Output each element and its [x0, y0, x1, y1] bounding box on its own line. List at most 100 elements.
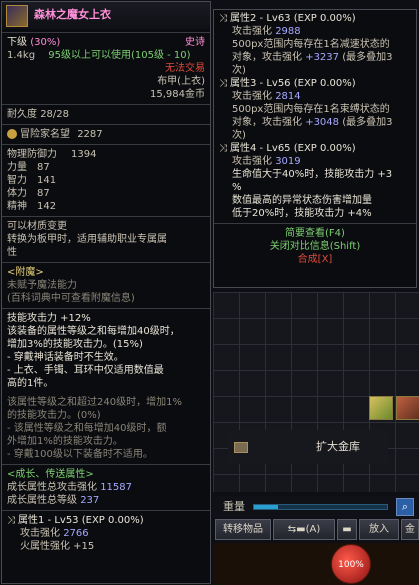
attr1-header-text: 属性1 - Lv53 (EXP 0.00%) [18, 515, 144, 526]
rarity-label: 史诗 [185, 37, 205, 48]
divider [2, 32, 210, 33]
attr4-desc: 低于20%时，技能攻击力 +4% [232, 208, 372, 219]
attr4-attack-row: 攻击强化 3019 [214, 155, 416, 168]
shuffle-icon: ⤨ [219, 143, 227, 154]
inventory-item[interactable] [369, 396, 393, 420]
attr3-desc-prefix: 对象，攻击强化 [232, 117, 302, 128]
attr2-desc-prefix: 对象，攻击强化 [232, 52, 302, 63]
combine-link[interactable]: 合成[X] [214, 253, 416, 266]
stat-value: 141 [37, 175, 57, 186]
attr2-attack-label: 攻击强化 [232, 26, 272, 37]
stat-row: 体力 87 [2, 187, 210, 200]
material-line: 性 [7, 247, 17, 258]
inventory-item[interactable] [396, 396, 419, 420]
item-type: 布甲(上衣) [157, 76, 205, 87]
vault-button-row: 转移物品 ⇆▬ (A) ▬ 放入 金 [213, 519, 419, 541]
inactive-line: 外增加1%的技能攻击力。 [7, 436, 123, 447]
growth-level-label: 成长属性总等级 [7, 495, 77, 506]
attr4-header-text: 属性4 - Lv65 (EXP 0.00%) [230, 143, 356, 154]
expand-vault-label: 扩大金库 [316, 439, 360, 453]
material-line: 转换为板甲时，适用辅助职业专属属 [7, 234, 167, 245]
attr4-desc: 生命值大于40%时，技能攻击力 +3 [232, 169, 393, 180]
transfer-items-button[interactable]: 转移物品 [215, 519, 271, 540]
item-weight: 1.4kg [7, 50, 36, 61]
stat-row: 物理防御力 1394 [2, 148, 210, 161]
inactive-line: - 穿戴100级以下装备时不适用。 [7, 449, 153, 460]
attr2-desc: 次) [232, 65, 246, 76]
enchant-hint: (百科词典中可查看附魔信息) [7, 293, 135, 304]
divider [2, 308, 210, 309]
item-price: 15,984金币 [150, 89, 205, 100]
inactive-line: 该属性等级之和超过240级时，增加1% [7, 397, 182, 408]
fame-value: 2287 [77, 129, 103, 140]
attr2-desc-suffix: (最多叠加3 [342, 52, 393, 63]
level-row: 下级 (30%) 史诗 [2, 36, 210, 49]
growth-attack-value: 11587 [100, 482, 132, 493]
weight-row: 1.4kg 95级以上可以使用(105级 - 10) [2, 49, 210, 62]
inactive-line: - 该属性等级之和每增加40级时，额 [7, 423, 167, 434]
skill-line: 技能攻击力 +12% [7, 313, 91, 324]
arrow-button[interactable]: ▬ [337, 519, 357, 540]
attr4-attack-value: 3019 [275, 156, 301, 167]
attr2-header-text: 属性2 - Lv63 (EXP 0.00%) [230, 13, 356, 24]
shuffle-icon: ⤨ [219, 13, 227, 24]
stat-row: 智力 141 [2, 174, 210, 187]
attr3-desc-value: +3048 [305, 117, 340, 128]
growth-header: <成长、传送属性> [7, 469, 94, 480]
search-icon[interactable]: ⌕ [396, 498, 414, 516]
item-name: 森林之魔女上衣 [34, 8, 111, 22]
skill-line: - 上衣、手镯、耳环中仅适用数值最 [7, 365, 164, 376]
fame-label: 冒险家名望 [20, 129, 70, 140]
attr2-attack-row: 攻击强化 2988 [214, 25, 416, 38]
weight-bar-fill [254, 505, 278, 509]
level-value: (30%) [30, 37, 61, 48]
stat-name: 智力 [7, 175, 27, 186]
hp-orb: 100% [331, 544, 371, 584]
attr4-header: ⤨ 属性4 - Lv65 (EXP 0.00%) [214, 142, 416, 155]
expand-vault-button[interactable]: 扩大金库 [228, 430, 388, 464]
vault-icon [234, 441, 248, 453]
inactive-line: 的技能攻击力。(0%) [7, 410, 101, 421]
level-label: 下级 [7, 37, 27, 48]
attr3-attack-row: 攻击强化 2814 [214, 90, 416, 103]
gold-button[interactable]: 金 [401, 519, 419, 540]
attr1-attack-value: 2766 [63, 528, 89, 539]
stat-name: 力量 [7, 162, 27, 173]
attr2-desc: 对象，攻击强化 +3237 (最多叠加3 [214, 51, 416, 64]
brief-view-link[interactable]: 简要查看(F4) [214, 227, 416, 240]
arrow-icon: ▬ [342, 524, 352, 535]
skill-line: - 穿戴神话装备时不生效。 [7, 352, 124, 363]
weight-bar [253, 504, 388, 510]
durability-value: 28/28 [40, 109, 70, 120]
swap-icon: ⇆▬ [287, 524, 306, 535]
attr2-attack-value: 2988 [275, 26, 301, 37]
divider [2, 124, 210, 125]
stat-row: 精神 142 [2, 200, 210, 213]
attr4-desc: % [232, 182, 242, 193]
attr3-desc: 次) [232, 130, 246, 141]
close-compare-link[interactable]: 关闭对比信息(Shift) [214, 240, 416, 253]
item-tooltip: 森林之魔女上衣 下级 (30%) 史诗 1.4kg 95级以上可以使用(105级… [1, 1, 211, 584]
stat-value: 142 [37, 201, 57, 212]
divider [2, 216, 210, 217]
attr3-attack-value: 2814 [275, 91, 301, 102]
attr4-attack-label: 攻击强化 [232, 156, 272, 167]
attr3-desc: 500px范围内每存在1名束缚状态的 [232, 104, 390, 115]
growth-level-value: 237 [80, 495, 100, 506]
attr2-header: ⤨ 属性2 - Lv63 (EXP 0.00%) [214, 12, 416, 25]
divider [214, 223, 416, 224]
attr3-header: ⤨ 属性3 - Lv56 (EXP 0.00%) [214, 77, 416, 90]
put-in-button[interactable]: 放入 [359, 519, 399, 540]
skill-line: 高的1件。 [7, 378, 54, 389]
attr1-attack-row: 攻击强化 2766 [2, 527, 210, 540]
tooltip-title-bar: 森林之魔女上衣 [2, 2, 210, 29]
sort-button[interactable]: ⇆▬ (A) [273, 519, 335, 540]
durability-row: 耐久度 28/28 [2, 108, 210, 121]
attributes-panel: ⤨ 属性2 - Lv63 (EXP 0.00%) 攻击强化 2988 500px范… [213, 9, 417, 288]
attr3-desc: 对象，攻击强化 +3048 (最多叠加3 [214, 116, 416, 129]
attr1-attack-label: 攻击强化 [20, 528, 60, 539]
sort-hotkey: (A) [305, 524, 321, 535]
stat-value: 87 [37, 162, 50, 173]
divider [2, 464, 210, 465]
attr3-desc-suffix: (最多叠加3 [342, 117, 393, 128]
